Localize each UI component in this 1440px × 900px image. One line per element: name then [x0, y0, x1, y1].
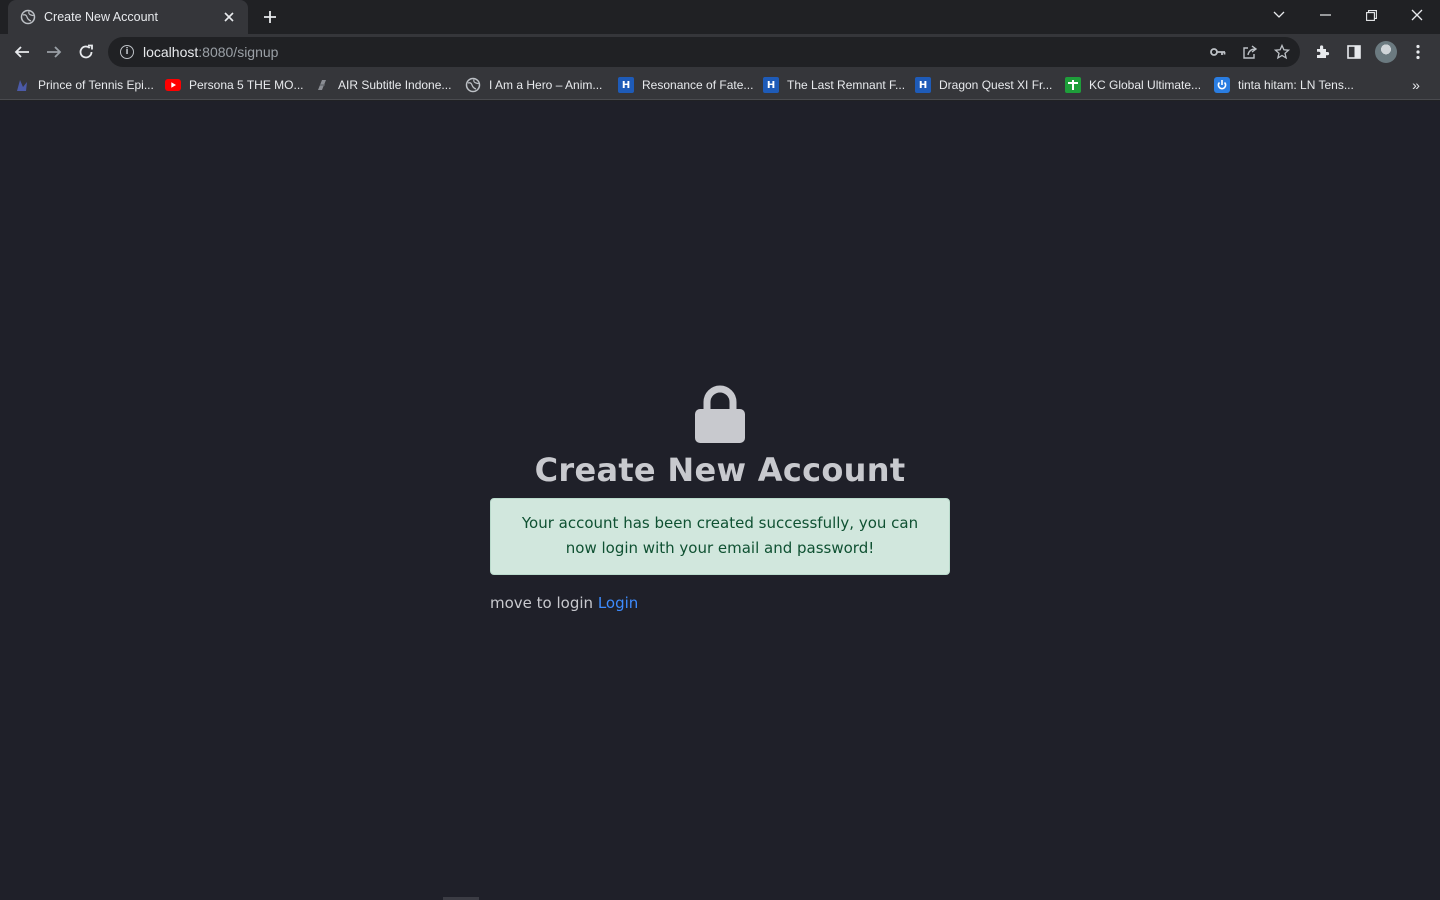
tab-active[interactable]: Create New Account [8, 0, 248, 34]
bookmark-item[interactable]: H The Last Remnant F... [763, 75, 905, 95]
page-content: Create New Account Your account has been… [0, 101, 1440, 900]
login-link[interactable]: Login [598, 594, 638, 612]
url-text[interactable]: localhost:8080/signup [143, 44, 278, 60]
extensions-icon[interactable] [1308, 38, 1336, 66]
bookmark-item[interactable]: H Dragon Quest XI Fr... [915, 75, 1052, 95]
tab-close-icon[interactable] [220, 8, 238, 26]
prince-of-tennis-icon [14, 77, 30, 93]
bookmark-item[interactable]: tinta hitam: LN Tens... [1214, 75, 1354, 95]
success-alert: Your account has been created successful… [490, 498, 950, 575]
bookmark-item[interactable]: Persona 5 THE MO... [165, 75, 304, 95]
bookmark-item[interactable]: I Am a Hero – Anim... [465, 75, 602, 95]
bookmark-item[interactable]: KC Global Ultimate... [1065, 75, 1201, 95]
reload-icon[interactable] [72, 38, 100, 66]
tab-strip: Create New Account [0, 0, 1440, 34]
share-icon[interactable] [1236, 38, 1264, 66]
bookmarks-bar: Prince of Tennis Epi... Persona 5 THE MO… [0, 70, 1440, 100]
page-title: Create New Account [534, 451, 906, 489]
minimize-icon[interactable] [1302, 0, 1348, 30]
globe-icon [465, 77, 481, 93]
kc-global-icon [1065, 77, 1081, 93]
bookmark-star-icon[interactable] [1268, 38, 1296, 66]
new-tab-button[interactable] [258, 5, 282, 29]
bookmark-item[interactable]: H Resonance of Fate... [618, 75, 753, 95]
globe-icon [20, 9, 36, 25]
forward-icon[interactable] [40, 38, 68, 66]
side-panel-icon[interactable] [1340, 38, 1368, 66]
site-info-icon[interactable]: i [120, 45, 134, 59]
bookmark-item[interactable]: AIR Subtitle Indone... [314, 75, 451, 95]
browser-toolbar: i localhost:8080/signup [0, 34, 1440, 70]
youtube-icon [165, 77, 181, 93]
password-key-icon[interactable] [1204, 38, 1232, 66]
h-site-icon: H [763, 77, 779, 93]
address-bar[interactable]: i localhost:8080/signup [108, 37, 1300, 67]
back-icon[interactable] [8, 38, 36, 66]
alert-message: Your account has been created successful… [521, 514, 919, 557]
bookmark-item[interactable]: Prince of Tennis Epi... [14, 75, 154, 95]
tab-search-icon[interactable] [1256, 0, 1302, 30]
h-site-icon: H [915, 77, 931, 93]
lock-icon [695, 385, 745, 443]
tab-title: Create New Account [44, 10, 158, 24]
menu-kebab-icon[interactable] [1404, 38, 1432, 66]
move-to-login: move to login Login [490, 594, 638, 612]
move-to-login-text: move to login [490, 594, 594, 612]
h-site-icon: H [618, 77, 634, 93]
restore-icon[interactable] [1348, 0, 1394, 30]
profile-avatar[interactable] [1375, 41, 1397, 63]
close-window-icon[interactable] [1394, 0, 1440, 30]
air-subtitle-icon [314, 77, 330, 93]
more-bookmarks-icon[interactable]: » [1406, 75, 1426, 95]
power-icon [1214, 77, 1230, 93]
